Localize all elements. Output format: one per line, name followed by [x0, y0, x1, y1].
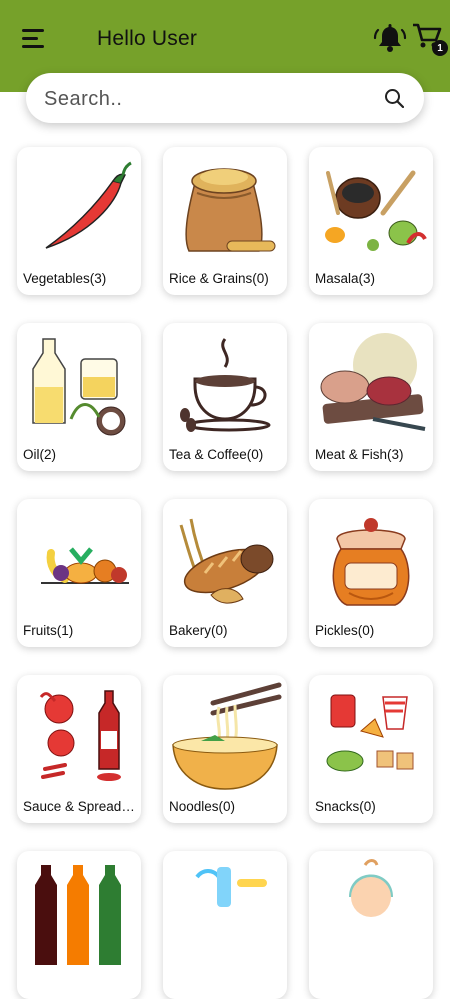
snacks-icon: [326, 694, 414, 772]
coffee-cup-icon: [180, 338, 271, 432]
grain-sack-icon: [185, 168, 276, 252]
category-card-drinks[interactable]: [17, 851, 141, 999]
category-card-oil[interactable]: Oil(2): [17, 323, 141, 471]
category-label: Oil(2): [23, 447, 56, 462]
household-icon: [195, 867, 267, 907]
category-label: Noodles(0): [169, 799, 236, 814]
category-label: Snacks(0): [315, 799, 376, 814]
search-bar: [26, 73, 424, 125]
page-title: Hello User: [97, 27, 198, 50]
fruits-icon: [41, 547, 129, 584]
category-card-bakery[interactable]: Bakery(0): [163, 499, 287, 647]
category-card-snacks[interactable]: Snacks(0): [309, 675, 433, 823]
category-card-baby-care[interactable]: [309, 851, 433, 999]
sauce-bottle-icon: [39, 690, 121, 781]
category-label: Tea & Coffee(0): [169, 447, 264, 462]
category-card-fruits[interactable]: Fruits(1): [17, 499, 141, 647]
soft-drinks-icon: [35, 865, 121, 965]
category-label: Vegetables(3): [23, 271, 107, 286]
search-input[interactable]: [42, 73, 376, 125]
category-label: Sauce & Spreads(0): [23, 799, 137, 814]
category-label: Pickles(0): [315, 623, 375, 638]
category-card-masala[interactable]: Masala(3): [309, 147, 433, 295]
meat-fish-icon: [320, 333, 426, 431]
chili-pepper-icon: [45, 161, 132, 249]
category-card-meat-fish[interactable]: Meat & Fish(3): [309, 323, 433, 471]
search-icon[interactable]: [384, 88, 404, 108]
category-card-noodles[interactable]: Noodles(0): [163, 675, 287, 823]
pickle-jar-icon: [332, 518, 410, 606]
category-label: Bakery(0): [169, 623, 228, 638]
category-label: Meat & Fish(3): [315, 447, 404, 462]
category-card-household[interactable]: [163, 851, 287, 999]
noodle-bowl-icon: [172, 682, 282, 790]
bell-icon[interactable]: [373, 22, 407, 56]
cart-count-badge: 1: [432, 40, 448, 56]
category-label: Masala(3): [315, 271, 376, 286]
category-card-tea-coffee[interactable]: Tea & Coffee(0): [163, 323, 287, 471]
category-label: Fruits(1): [23, 623, 74, 638]
category-label: Rice & Grains(0): [169, 271, 269, 286]
oil-bottles-icon: [32, 338, 126, 436]
cart-button[interactable]: 1: [412, 22, 448, 56]
category-card-vegetables[interactable]: Vegetables(3): [17, 147, 141, 295]
spices-icon: [325, 170, 427, 251]
category-card-sauce-spreads[interactable]: Sauce & Spreads(0): [17, 675, 141, 823]
category-card-pickles[interactable]: Pickles(0): [309, 499, 433, 647]
category-card-rice-grains[interactable]: Rice & Grains(0): [163, 147, 287, 295]
baby-care-icon: [349, 859, 393, 917]
menu-icon[interactable]: [22, 29, 48, 49]
bread-icon: [179, 518, 274, 604]
